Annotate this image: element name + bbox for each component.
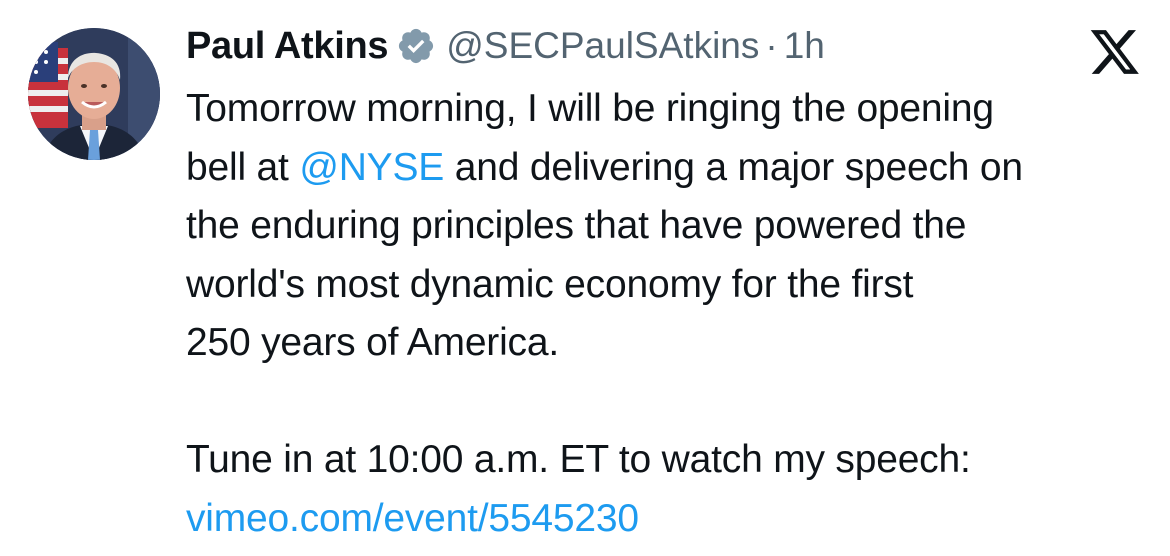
tweet-line: vimeo.com/event/5545230 <box>186 490 1156 549</box>
tweet-line: the enduring principles that have powere… <box>186 204 967 247</box>
tweet-text-segment: and delivering a major speech on <box>444 145 1023 189</box>
tweet-line: Tomorrow morning, I will be ringing the … <box>186 87 994 130</box>
external-link[interactable]: vimeo.com/event/5545230 <box>186 497 639 540</box>
separator-dot: · <box>765 25 778 66</box>
tweet-line: bell at @NYSE and delivering a major spe… <box>186 139 1156 198</box>
tweet-line: Tune in at 10:00 a.m. ET to watch my spe… <box>186 438 971 481</box>
user-handle[interactable]: @SECPaulSAtkins <box>446 25 759 67</box>
timestamp[interactable]: 1h <box>784 25 825 67</box>
x-logo-icon <box>1088 28 1142 76</box>
tweet-text-segment: bell at <box>186 145 300 189</box>
display-name[interactable]: Paul Atkins <box>186 25 389 68</box>
avatar[interactable] <box>28 28 160 160</box>
tweet-line: world's most dynamic economy for the fir… <box>186 262 914 306</box>
avatar-photo-icon <box>28 28 160 160</box>
mention-link[interactable]: @NYSE <box>299 146 444 189</box>
tweet-card[interactable]: Paul Atkins @SECPaulSAtkins · 1h Tomorro… <box>0 0 1170 556</box>
tweet-header: Paul Atkins @SECPaulSAtkins · 1h <box>186 20 825 72</box>
tweet-text: Tomorrow morning, I will be ringing the … <box>186 80 1156 548</box>
tweet-line: 250 years of America. <box>186 321 559 364</box>
verified-badge-icon <box>396 26 436 66</box>
